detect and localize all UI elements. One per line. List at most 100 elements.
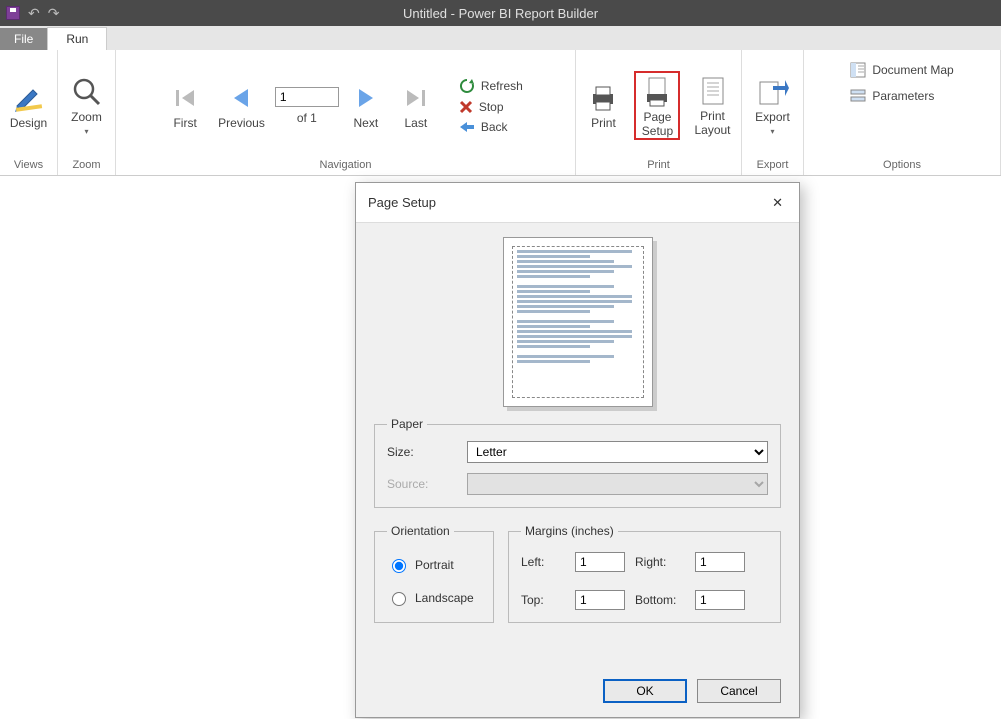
first-button[interactable]: First — [162, 79, 208, 133]
page-preview-inner — [512, 246, 644, 398]
group-options-label: Options — [810, 157, 994, 173]
page-count-label: of 1 — [297, 111, 317, 125]
group-print-label: Print — [582, 157, 735, 173]
portrait-label: Portrait — [415, 558, 454, 572]
last-button[interactable]: Last — [393, 79, 439, 133]
quick-access-toolbar: ↶ ↷ — [0, 5, 59, 22]
chevron-down-icon: ▾ — [755, 127, 790, 136]
next-icon — [349, 81, 383, 115]
group-zoom: Zoom ▾ Zoom — [58, 50, 116, 175]
page-setup-icon — [640, 75, 674, 109]
portrait-radio-input[interactable] — [392, 559, 406, 573]
chevron-down-icon: ▾ — [70, 127, 104, 136]
document-map-button[interactable]: Document Map — [844, 60, 959, 80]
ribbon-tabs: File Run — [0, 26, 1001, 50]
print-icon — [586, 81, 620, 115]
design-label: Design — [10, 117, 47, 131]
print-layout-button[interactable]: Print Layout — [688, 72, 736, 140]
print-button[interactable]: Print — [580, 79, 626, 133]
back-icon — [459, 120, 475, 134]
document-map-label: Document Map — [872, 63, 953, 77]
margin-bottom-input[interactable] — [695, 590, 745, 610]
group-export-label: Export — [748, 157, 797, 173]
back-button[interactable]: Back — [453, 118, 529, 136]
orientation-fieldset: Orientation Portrait Landscape — [374, 524, 494, 623]
redo-icon[interactable]: ↷ — [48, 5, 60, 22]
paper-source-select — [467, 473, 768, 495]
group-options: Document Map Parameters Options — [804, 50, 1001, 175]
dialog-titlebar: Page Setup ✕ — [356, 183, 799, 223]
last-icon — [399, 81, 433, 115]
design-button[interactable]: Design — [4, 79, 53, 133]
last-label: Last — [404, 117, 427, 131]
export-icon — [756, 75, 790, 109]
stop-button[interactable]: Stop — [453, 98, 529, 116]
margin-bottom-label: Bottom: — [635, 593, 689, 607]
tab-file[interactable]: File — [0, 28, 47, 50]
landscape-radio[interactable]: Landscape — [387, 589, 481, 606]
group-zoom-label: Zoom — [64, 157, 109, 173]
paper-legend: Paper — [387, 417, 427, 431]
zoom-icon — [70, 75, 104, 109]
stop-label: Stop — [479, 100, 504, 114]
source-label: Source: — [387, 477, 467, 491]
orientation-legend: Orientation — [387, 524, 454, 538]
undo-icon[interactable]: ↶ — [28, 5, 40, 22]
margin-right-label: Right: — [635, 555, 689, 569]
print-layout-label: Print Layout — [694, 110, 730, 138]
size-label: Size: — [387, 445, 467, 459]
back-label: Back — [481, 120, 508, 134]
previous-button[interactable]: Previous — [212, 79, 271, 133]
save-icon[interactable] — [6, 6, 20, 20]
close-icon[interactable]: ✕ — [768, 191, 787, 215]
refresh-button[interactable]: Refresh — [453, 76, 529, 96]
portrait-radio[interactable]: Portrait — [387, 556, 481, 573]
cancel-button[interactable]: Cancel — [697, 679, 781, 703]
page-number-input[interactable] — [275, 87, 339, 107]
margins-legend: Margins (inches) — [521, 524, 618, 538]
page-box: of 1 — [275, 87, 339, 125]
print-label: Print — [591, 117, 616, 131]
ribbon: Design Views Zoom ▾ Zoom First — [0, 50, 1001, 176]
first-icon — [168, 81, 202, 115]
document-map-icon — [850, 62, 866, 78]
group-print: Print Page Setup Print Layout Print — [576, 50, 742, 175]
stop-icon — [459, 100, 473, 114]
export-button[interactable]: Export ▾ — [749, 73, 796, 138]
window-title: Untitled - Power BI Report Builder — [403, 6, 598, 21]
zoom-button[interactable]: Zoom ▾ — [64, 73, 110, 138]
group-views-label: Views — [6, 157, 51, 173]
refresh-icon — [459, 78, 475, 94]
parameters-label: Parameters — [872, 89, 934, 103]
margin-right-input[interactable] — [695, 552, 745, 572]
parameters-button[interactable]: Parameters — [844, 86, 940, 106]
export-label: Export — [755, 111, 790, 125]
group-navigation: First Previous of 1 Next — [116, 50, 576, 175]
titlebar: ↶ ↷ Untitled - Power BI Report Builder — [0, 0, 1001, 26]
first-label: First — [173, 117, 196, 131]
paper-size-select[interactable]: Letter — [467, 441, 768, 463]
margin-top-input[interactable] — [575, 590, 625, 610]
margin-left-label: Left: — [521, 555, 569, 569]
previous-icon — [224, 81, 258, 115]
page-setup-button[interactable]: Page Setup — [634, 71, 680, 141]
margins-fieldset: Margins (inches) Left: Right: Top: Botto… — [508, 524, 781, 623]
page-preview — [503, 237, 653, 407]
refresh-label: Refresh — [481, 79, 523, 93]
group-views: Design Views — [0, 50, 58, 175]
next-label: Next — [353, 117, 378, 131]
design-icon — [12, 81, 46, 115]
group-export: Export ▾ Export — [742, 50, 804, 175]
ok-button[interactable]: OK — [603, 679, 687, 703]
next-button[interactable]: Next — [343, 79, 389, 133]
page-setup-dialog: Page Setup ✕ Paper Size: Letter — [355, 182, 800, 718]
landscape-radio-input[interactable] — [392, 592, 406, 606]
margin-left-input[interactable] — [575, 552, 625, 572]
paper-fieldset: Paper Size: Letter Source: — [374, 417, 781, 508]
margin-top-label: Top: — [521, 593, 569, 607]
previous-label: Previous — [218, 117, 265, 131]
zoom-label: Zoom — [71, 111, 102, 125]
dialog-title: Page Setup — [368, 195, 436, 210]
group-navigation-label: Navigation — [122, 157, 569, 173]
tab-run[interactable]: Run — [47, 27, 107, 50]
